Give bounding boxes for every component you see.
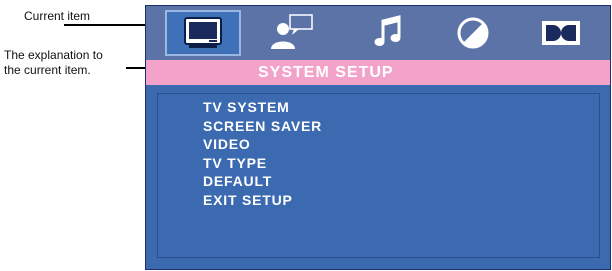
explanation-bar: SYSTEM SETUP: [146, 60, 610, 85]
tab-audio-setup[interactable]: [350, 10, 426, 56]
setup-menu-panel: SYSTEM SETUP TV SYSTEM SCREEN SAVER VIDE…: [145, 5, 611, 270]
tab-video-setup[interactable]: [435, 10, 511, 56]
menu-item-exit-setup[interactable]: EXIT SETUP: [203, 191, 322, 210]
icon-tab-bar: [146, 6, 610, 60]
contrast-circle-icon: [457, 17, 489, 49]
menu-item-default[interactable]: DEFAULT: [203, 172, 322, 191]
person-speech-icon: [271, 14, 313, 49]
tab-language-setup[interactable]: [254, 10, 330, 56]
menu-item-video[interactable]: VIDEO: [203, 135, 322, 154]
menu-item-tv-system[interactable]: TV SYSTEM: [203, 98, 322, 117]
explanation-annotation-line2: the current item.: [4, 63, 91, 77]
music-note-icon: [374, 15, 401, 46]
explanation-annotation: The explanation to the current item.: [4, 48, 144, 78]
page-title: SYSTEM SETUP: [258, 64, 394, 81]
dolby-icon: [542, 21, 580, 45]
setup-menu-list: TV SYSTEM SCREEN SAVER VIDEO TV TYPE DEF…: [203, 98, 322, 209]
menu-item-tv-type[interactable]: TV TYPE: [203, 154, 322, 173]
menu-item-screen-saver[interactable]: SCREEN SAVER: [203, 117, 322, 136]
explanation-annotation-line1: The explanation to: [4, 48, 103, 62]
monitor-icon: [184, 17, 222, 48]
tab-system-setup[interactable]: [165, 10, 241, 56]
tab-speaker-setup[interactable]: [523, 10, 599, 56]
